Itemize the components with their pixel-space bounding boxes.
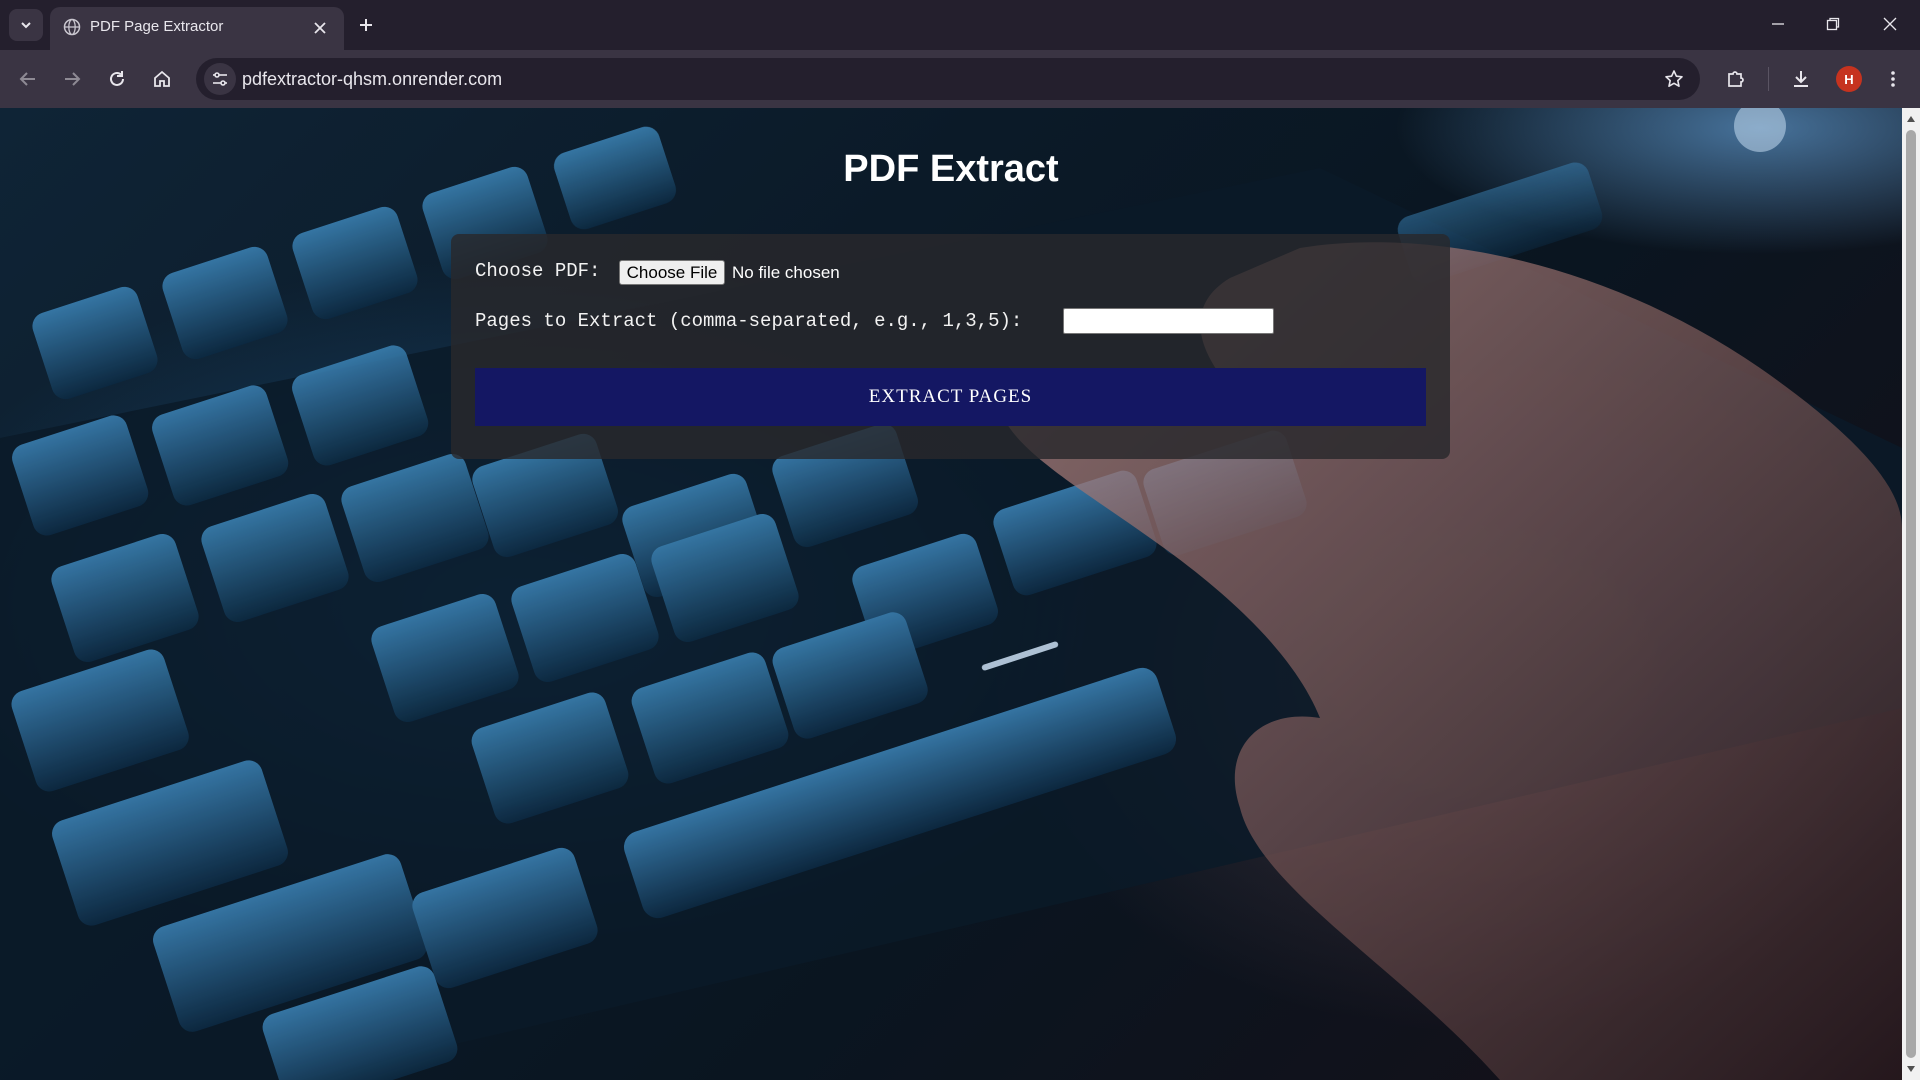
triangle-up-icon (1907, 116, 1915, 122)
close-window-button[interactable] (1868, 8, 1912, 40)
browser-tab-bar: PDF Page Extractor (0, 0, 1920, 50)
browser-toolbar: pdfextractor-qhsm.onrender.com H (0, 50, 1920, 108)
puzzle-icon (1728, 71, 1744, 87)
arrow-right-icon (65, 72, 81, 86)
reload-icon (110, 71, 124, 86)
page-viewport: PDF Extract Choose PDF: Choose File No f… (0, 108, 1902, 1080)
tab-title: PDF Page Extractor (90, 18, 224, 35)
extensions-button[interactable] (1718, 61, 1754, 97)
scrollbar-thumb[interactable] (1906, 130, 1916, 1058)
extract-form: Choose PDF: Choose File No file chosen P… (451, 234, 1450, 459)
downloads-button[interactable] (1783, 61, 1819, 97)
minimize-icon (1772, 23, 1784, 25)
star-icon (1665, 70, 1683, 87)
site-info-button[interactable] (204, 63, 236, 95)
address-bar[interactable]: pdfextractor-qhsm.onrender.com (196, 58, 1700, 100)
restore-icon (1826, 17, 1840, 31)
home-button[interactable] (144, 61, 180, 97)
tab-search-button[interactable] (9, 9, 43, 41)
download-icon (1794, 71, 1808, 87)
bookmark-button[interactable] (1658, 63, 1690, 95)
globe-icon (62, 17, 82, 37)
reload-button[interactable] (99, 61, 135, 97)
page-scrollbar[interactable] (1902, 108, 1920, 1080)
plus-icon (360, 19, 372, 31)
close-icon[interactable] (308, 16, 332, 40)
kebab-menu-icon (1891, 71, 1895, 87)
new-tab-button[interactable] (352, 11, 380, 39)
back-button[interactable] (10, 61, 46, 97)
minimize-button[interactable] (1756, 8, 1800, 40)
pages-label: Pages to Extract (comma-separated, e.g.,… (475, 310, 1023, 332)
extract-pages-button[interactable]: EXTRACT PAGES (475, 368, 1426, 426)
scroll-up-button[interactable] (1902, 110, 1920, 128)
close-icon (1883, 17, 1897, 31)
tune-icon (213, 72, 227, 86)
restore-button[interactable] (1811, 8, 1855, 40)
page-title: PDF Extract (843, 148, 1059, 190)
choose-file-button[interactable]: Choose File (619, 260, 725, 285)
forward-button[interactable] (54, 61, 90, 97)
scroll-down-button[interactable] (1902, 1060, 1920, 1078)
home-icon (154, 70, 170, 87)
url-text[interactable]: pdfextractor-qhsm.onrender.com (242, 69, 502, 90)
pages-input[interactable] (1063, 308, 1274, 334)
toolbar-separator (1768, 67, 1769, 91)
avatar[interactable]: H (1836, 66, 1862, 92)
file-status-text: No file chosen (732, 263, 840, 282)
browser-tab[interactable]: PDF Page Extractor (50, 7, 344, 50)
triangle-down-icon (1907, 1066, 1915, 1072)
browser-menu-button[interactable] (1875, 61, 1911, 97)
choose-pdf-label: Choose PDF: (475, 260, 601, 282)
chevron-down-icon (21, 22, 31, 29)
arrow-left-icon (19, 72, 35, 86)
